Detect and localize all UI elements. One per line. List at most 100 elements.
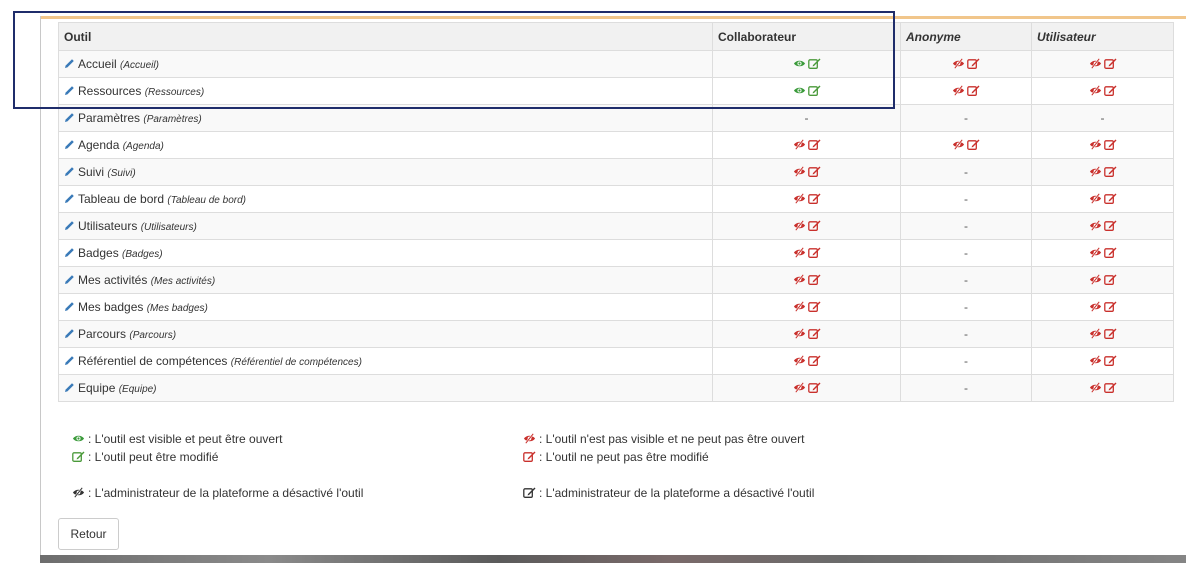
tool-alias: (Suivi): [107, 168, 136, 179]
edit-icon[interactable]: [967, 58, 980, 69]
edit-icon[interactable]: [1103, 193, 1117, 204]
pencil-icon[interactable]: [64, 220, 75, 231]
cell-tool: Parcours (Parcours): [58, 320, 713, 348]
eye-slash-icon[interactable]: [793, 139, 806, 150]
pencil-icon[interactable]: [64, 85, 75, 96]
eye-slash-icon[interactable]: [1089, 193, 1102, 204]
eye-slash-icon[interactable]: [1089, 382, 1102, 393]
pencil-icon[interactable]: [64, 58, 75, 69]
edit-icon[interactable]: [1103, 220, 1117, 231]
edit-icon[interactable]: [807, 85, 821, 96]
edit-icon[interactable]: [807, 355, 821, 366]
cell-anonyme: -: [900, 320, 1032, 348]
tool-alias: (Référentiel de compétences): [230, 357, 362, 368]
cell-utilisateur: [1031, 77, 1174, 105]
not-applicable-dash: -: [1100, 111, 1105, 125]
pencil-icon[interactable]: [64, 112, 75, 123]
cell-utilisateur: [1031, 266, 1174, 294]
eye-slash-icon[interactable]: [793, 301, 806, 312]
pencil-icon[interactable]: [64, 247, 75, 258]
cell-utilisateur: [1031, 374, 1174, 402]
edit-icon[interactable]: [1103, 247, 1117, 258]
pencil-icon[interactable]: [64, 166, 75, 177]
edit-icon[interactable]: [807, 220, 821, 231]
eye-slash-icon[interactable]: [1089, 166, 1102, 177]
table-row: Parcours (Parcours) -: [58, 320, 1174, 348]
pencil-icon[interactable]: [64, 139, 75, 150]
cell-tool: Badges (Badges): [58, 239, 713, 267]
eye-slash-icon[interactable]: [793, 382, 806, 393]
not-applicable-dash: -: [964, 354, 968, 368]
edit-icon[interactable]: [807, 193, 821, 204]
header-collaborateur: Collaborateur: [712, 22, 901, 51]
eye-slash-icon[interactable]: [952, 85, 965, 96]
eye-slash-icon[interactable]: [1089, 220, 1102, 231]
tool-alias: (Ressources): [144, 87, 205, 98]
edit-icon[interactable]: [967, 139, 980, 150]
cell-utilisateur: [1031, 212, 1174, 240]
cell-utilisateur: [1031, 185, 1174, 213]
table-row: Tableau de bord (Tableau de bord) -: [58, 185, 1174, 213]
eye-icon[interactable]: [793, 58, 806, 69]
eye-slash-icon[interactable]: [1089, 58, 1102, 69]
edit-icon[interactable]: [807, 301, 821, 312]
cell-tool: Référentiel de compétences (Référentiel …: [58, 347, 713, 375]
eye-slash-icon[interactable]: [952, 58, 965, 69]
pencil-icon[interactable]: [64, 193, 75, 204]
cell-anonyme: -: [900, 347, 1032, 375]
eye-slash-icon[interactable]: [1089, 355, 1102, 366]
tool-name: Accueil: [78, 57, 117, 71]
pencil-icon[interactable]: [64, 274, 75, 285]
eye-slash-icon[interactable]: [793, 166, 806, 177]
edit-icon[interactable]: [1103, 85, 1117, 96]
edit-icon[interactable]: [807, 274, 821, 285]
edit-icon[interactable]: [1103, 166, 1117, 177]
legend-hidden: : L'outil n'est pas visible et ne peut p…: [523, 432, 804, 446]
back-button[interactable]: Retour: [58, 518, 119, 550]
edit-icon[interactable]: [807, 166, 821, 177]
edit-icon[interactable]: [967, 85, 980, 96]
edit-icon[interactable]: [807, 247, 821, 258]
eye-slash-icon[interactable]: [793, 355, 806, 366]
eye-slash-icon[interactable]: [1089, 85, 1102, 96]
cell-utilisateur: [1031, 50, 1174, 78]
cell-collaborateur: [712, 293, 901, 321]
cell-anonyme: [900, 131, 1032, 159]
edit-icon[interactable]: [1103, 58, 1117, 69]
pencil-icon[interactable]: [64, 382, 75, 393]
eye-slash-icon[interactable]: [1089, 274, 1102, 285]
eye-icon[interactable]: [793, 85, 806, 96]
edit-icon[interactable]: [1103, 382, 1117, 393]
stage: Outil Collaborateur Anonyme Utilisateur …: [0, 0, 1197, 563]
not-applicable-dash: -: [964, 246, 968, 260]
eye-slash-icon[interactable]: [793, 247, 806, 258]
edit-icon[interactable]: [807, 139, 821, 150]
not-applicable-dash: -: [964, 300, 968, 314]
legend-editable-text: : L'outil peut être modifié: [88, 450, 219, 464]
eye-slash-icon[interactable]: [793, 220, 806, 231]
eye-slash-icon[interactable]: [1089, 247, 1102, 258]
not-applicable-dash: -: [964, 327, 968, 341]
edit-icon[interactable]: [1103, 139, 1117, 150]
eye-slash-icon[interactable]: [793, 193, 806, 204]
cell-collaborateur: [712, 347, 901, 375]
edit-icon[interactable]: [1103, 328, 1117, 339]
edit-icon[interactable]: [1103, 355, 1117, 366]
edit-icon[interactable]: [807, 58, 821, 69]
tool-alias: (Utilisateurs): [140, 222, 197, 233]
pencil-icon[interactable]: [64, 355, 75, 366]
edit-icon[interactable]: [1103, 301, 1117, 312]
table-row: Equipe (Equipe) -: [58, 374, 1174, 402]
eye-slash-icon[interactable]: [1089, 328, 1102, 339]
edit-icon[interactable]: [1103, 274, 1117, 285]
edit-icon[interactable]: [807, 382, 821, 393]
table-row: Suivi (Suivi) -: [58, 158, 1174, 186]
eye-slash-icon[interactable]: [793, 274, 806, 285]
pencil-icon[interactable]: [64, 301, 75, 312]
eye-slash-icon[interactable]: [793, 328, 806, 339]
eye-slash-icon[interactable]: [952, 139, 965, 150]
pencil-icon[interactable]: [64, 328, 75, 339]
eye-slash-icon[interactable]: [1089, 139, 1102, 150]
edit-icon[interactable]: [807, 328, 821, 339]
eye-slash-icon[interactable]: [1089, 301, 1102, 312]
